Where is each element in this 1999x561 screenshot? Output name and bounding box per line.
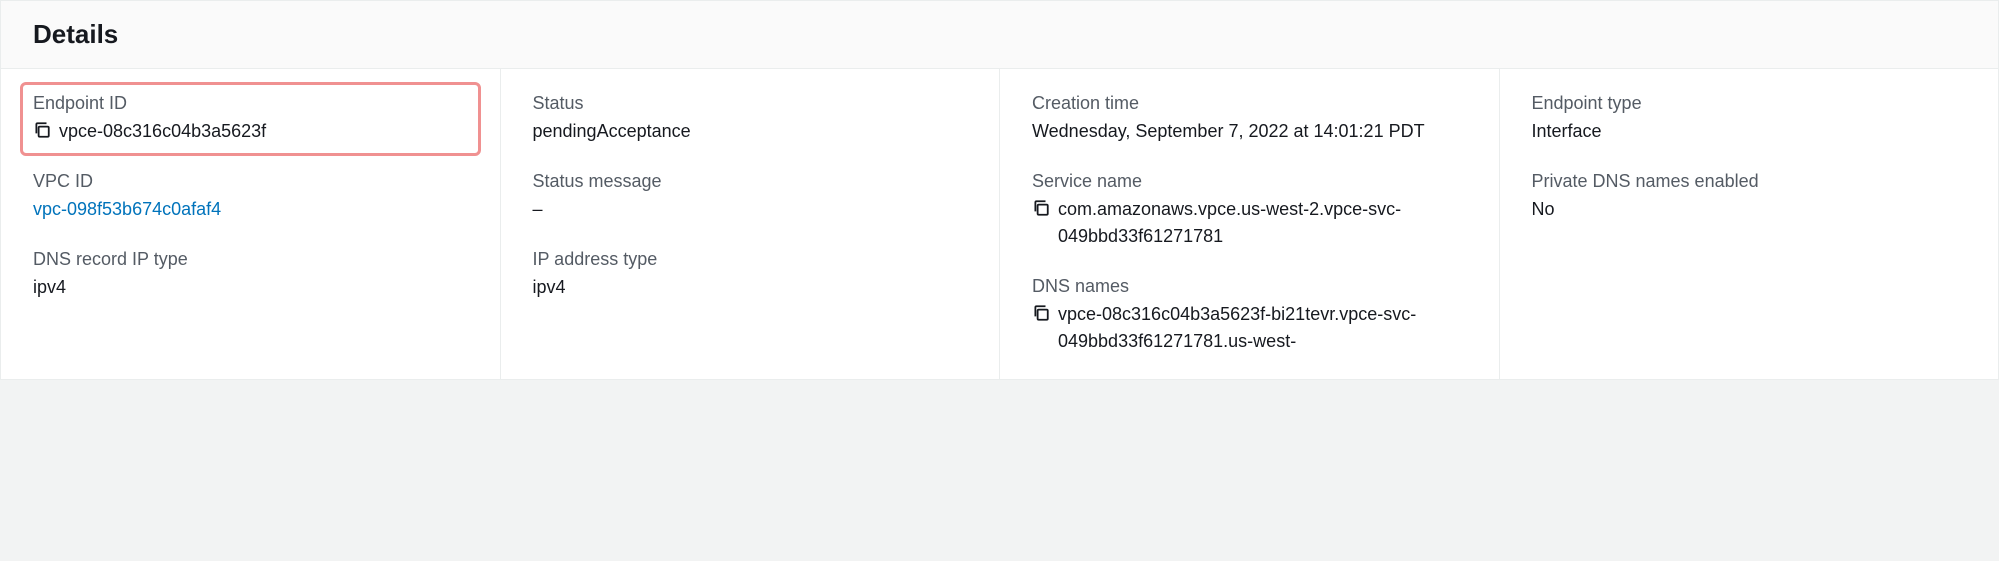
ip-address-type-label: IP address type [533, 249, 968, 270]
dns-names-label: DNS names [1032, 276, 1467, 297]
details-column-4: Endpoint type Interface Private DNS name… [1500, 69, 1999, 379]
dns-record-ip-type-label: DNS record IP type [33, 249, 468, 270]
ip-address-type-value: ipv4 [533, 274, 968, 301]
status-field: Status pendingAcceptance [533, 93, 968, 145]
copy-icon[interactable] [33, 121, 51, 139]
ip-address-type-field: IP address type ipv4 [533, 249, 968, 301]
endpoint-id-label: Endpoint ID [33, 93, 468, 114]
endpoint-type-value: Interface [1532, 118, 1967, 145]
details-column-2: Status pendingAcceptance Status message … [501, 69, 1001, 379]
details-panel: Details Endpoint ID vpce-08c316c04b3a562… [0, 0, 1999, 380]
status-message-label: Status message [533, 171, 968, 192]
service-name-label: Service name [1032, 171, 1467, 192]
endpoint-id-value: vpce-08c316c04b3a5623f [59, 118, 266, 145]
details-column-1: Endpoint ID vpce-08c316c04b3a5623f VPC I… [1, 69, 501, 379]
copy-icon[interactable] [1032, 199, 1050, 217]
copy-icon[interactable] [1032, 304, 1050, 322]
endpoint-id-highlight: Endpoint ID vpce-08c316c04b3a5623f [20, 82, 481, 156]
dns-names-value: vpce-08c316c04b3a5623f-bi21tevr.vpce-svc… [1058, 301, 1467, 355]
details-body: Endpoint ID vpce-08c316c04b3a5623f VPC I… [1, 69, 1998, 379]
service-name-field: Service name com.amazonaws.vpce.us-west-… [1032, 171, 1467, 250]
dns-record-ip-type-field: DNS record IP type ipv4 [33, 249, 468, 301]
details-column-3: Creation time Wednesday, September 7, 20… [1000, 69, 1500, 379]
endpoint-type-label: Endpoint type [1532, 93, 1967, 114]
details-title: Details [33, 19, 1966, 50]
endpoint-type-field: Endpoint type Interface [1532, 93, 1967, 145]
creation-time-field: Creation time Wednesday, September 7, 20… [1032, 93, 1467, 145]
status-message-field: Status message – [533, 171, 968, 223]
vpc-id-link[interactable]: vpc-098f53b674c0afaf4 [33, 196, 468, 223]
creation-time-value: Wednesday, September 7, 2022 at 14:01:21… [1032, 118, 1467, 145]
service-name-value: com.amazonaws.vpce.us-west-2.vpce-svc-04… [1058, 196, 1467, 250]
dns-record-ip-type-value: ipv4 [33, 274, 468, 301]
creation-time-label: Creation time [1032, 93, 1467, 114]
private-dns-label: Private DNS names enabled [1532, 171, 1967, 192]
private-dns-field: Private DNS names enabled No [1532, 171, 1967, 223]
details-panel-header: Details [1, 1, 1998, 69]
status-message-value: – [533, 196, 968, 223]
dns-names-field: DNS names vpce-08c316c04b3a5623f-bi21tev… [1032, 276, 1467, 355]
status-value: pendingAcceptance [533, 118, 968, 145]
vpc-id-field: VPC ID vpc-098f53b674c0afaf4 [33, 171, 468, 223]
status-label: Status [533, 93, 968, 114]
private-dns-value: No [1532, 196, 1967, 223]
vpc-id-label: VPC ID [33, 171, 468, 192]
